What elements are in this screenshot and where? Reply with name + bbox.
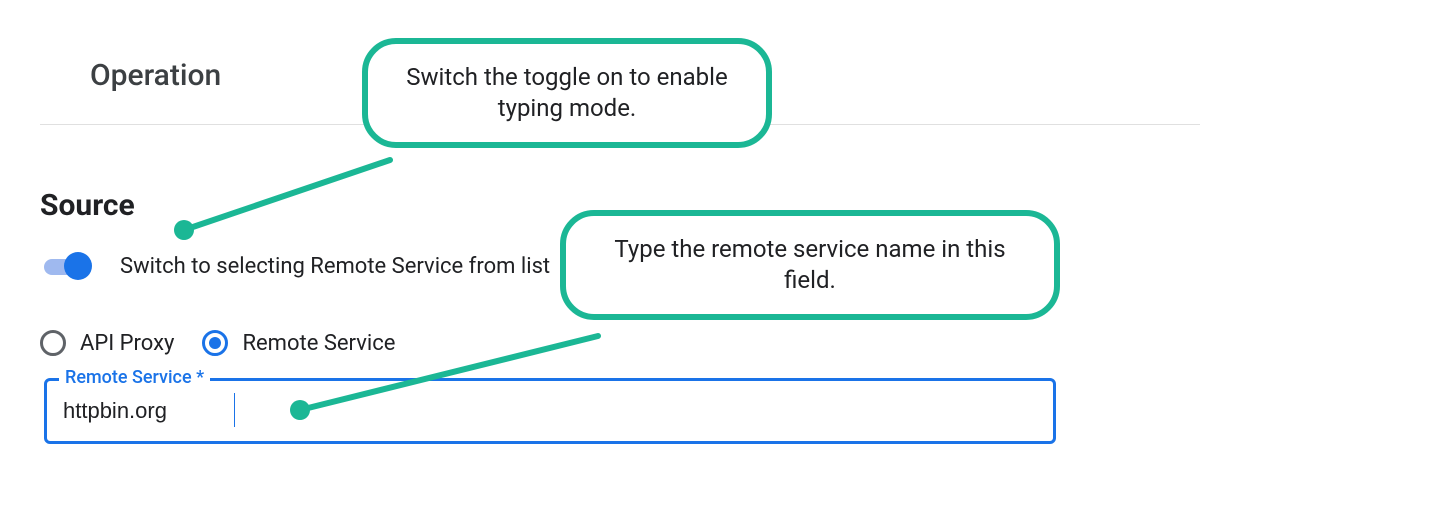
typing-mode-toggle[interactable] [40,250,92,282]
radio-circle-icon [202,330,228,356]
source-type-radio-group: API Proxy Remote Service [40,330,423,356]
operation-heading: Operation [90,58,221,93]
toggle-row: Switch to selecting Remote Service from … [40,250,550,282]
radio-circle-icon [40,330,66,356]
toggle-label: Switch to selecting Remote Service from … [120,254,550,279]
radio-dot-icon [209,337,221,349]
radio-api-proxy[interactable]: API Proxy [40,330,174,356]
source-heading: Source [40,188,135,223]
toggle-knob [64,252,92,280]
callout-toggle-hint: Switch the toggle on to enable typing mo… [362,38,772,148]
remote-service-floating-label: Remote Service * [59,367,210,388]
text-caret [234,393,235,427]
callout-field-hint: Type the remote service name in this fie… [560,210,1060,320]
remote-service-input[interactable] [61,397,1021,425]
radio-remote-service[interactable]: Remote Service [202,330,395,356]
remote-service-field-wrap[interactable]: Remote Service * [44,378,1056,444]
radio-api-proxy-label: API Proxy [80,331,174,356]
radio-remote-service-label: Remote Service [242,331,395,356]
